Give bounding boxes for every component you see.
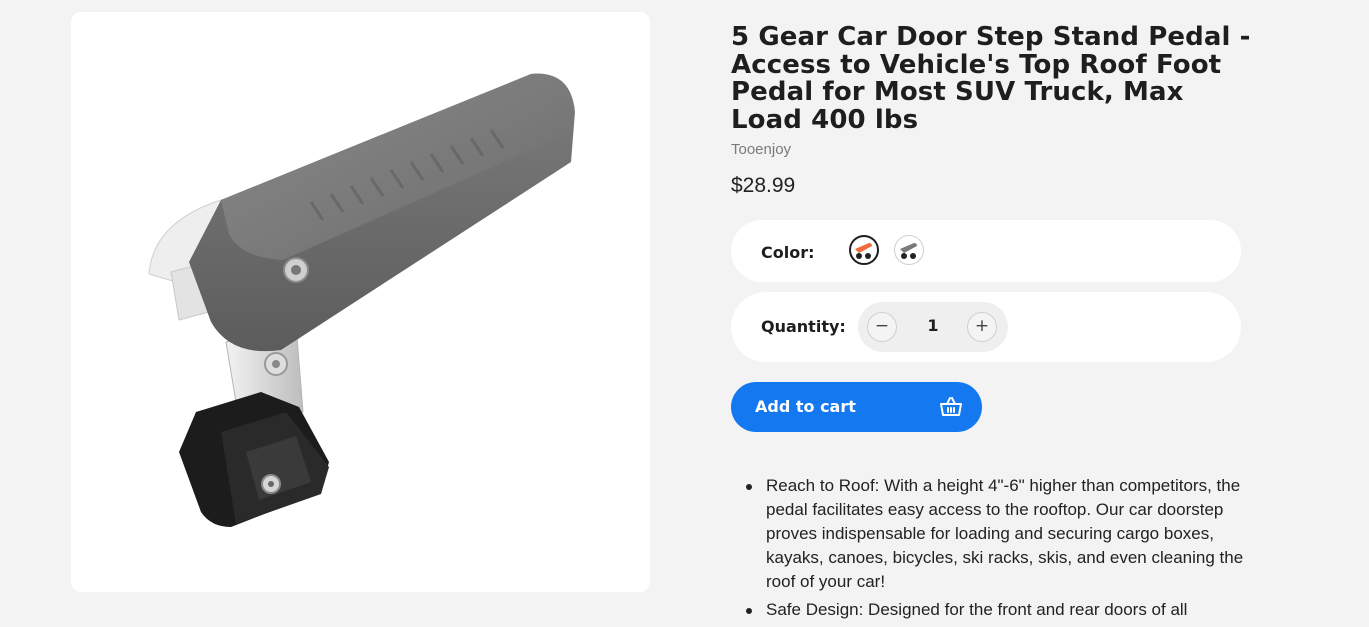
quantity-label: Quantity:: [761, 317, 846, 336]
gray-pedal-icon: [900, 243, 917, 259]
color-label: Color:: [761, 243, 815, 262]
swatch-orange[interactable]: [849, 235, 879, 265]
decrease-quantity-button[interactable]: −: [867, 312, 897, 342]
basket-icon: [940, 397, 962, 416]
add-to-cart-label: Add to cart: [755, 397, 856, 416]
quantity-stepper: − 1 +: [858, 302, 1008, 352]
increase-quantity-button[interactable]: +: [967, 312, 997, 342]
orange-pedal-icon: [855, 243, 872, 259]
quantity-option: Quantity: − 1 +: [731, 292, 1241, 362]
color-option: Color:: [731, 220, 1241, 282]
product-info: 5 Gear Car Door Step Stand Pedal - Acces…: [731, 23, 1250, 198]
product-image: [148, 73, 575, 527]
feature-item: Safe Design: Designed for the front and …: [746, 598, 1276, 622]
product-title: 5 Gear Car Door Step Stand Pedal - Acces…: [731, 22, 1251, 135]
product-price: $28.99: [731, 174, 796, 197]
product-image-card[interactable]: [71, 12, 650, 592]
quantity-value[interactable]: 1: [908, 316, 958, 335]
swatch-gray[interactable]: [894, 235, 924, 265]
product-vendor[interactable]: Tooenjoy: [731, 141, 1241, 158]
add-to-cart-button[interactable]: Add to cart: [731, 382, 982, 432]
feature-list: Reach to Roof: With a height 4"-6" highe…: [731, 474, 1276, 626]
feature-item: Reach to Roof: With a height 4"-6" highe…: [746, 474, 1276, 594]
